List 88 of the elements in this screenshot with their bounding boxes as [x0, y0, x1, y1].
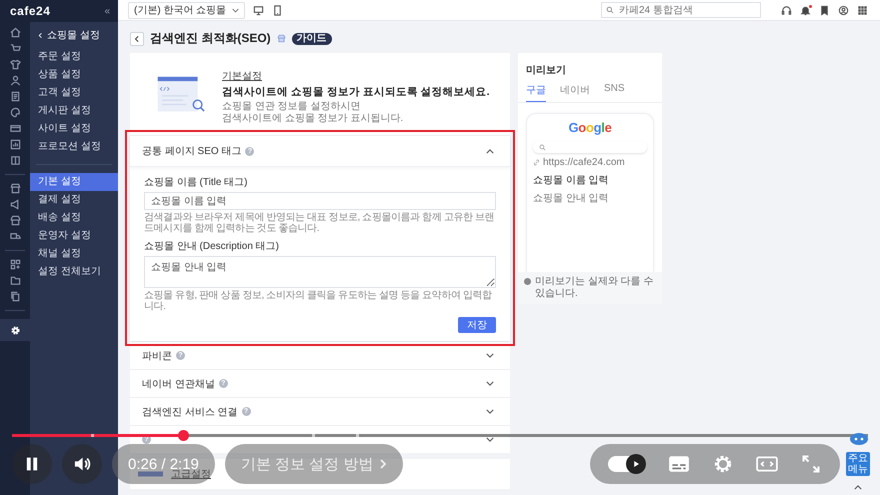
chevron-down-icon[interactable] — [486, 381, 494, 386]
field-hint: 검색결과와 브라우저 제목에 반영되는 대표 정보로, 쇼핑몰이름과 함께 고유한 브랜드메시지를 함께 입력하는 것도 좋습니다. — [144, 212, 496, 234]
advanced-settings-label: 고급설정 — [171, 469, 211, 481]
section-title: 네이버 연관채널 — [142, 378, 215, 390]
sidebar-menu-item[interactable]: 프로모션 설정 — [30, 138, 118, 156]
intro-label: 기본설정 — [222, 70, 263, 83]
play-pause-button[interactable] — [12, 444, 52, 484]
store-icon[interactable] — [10, 183, 20, 194]
apps-grid-icon[interactable] — [857, 4, 868, 16]
headset-icon[interactable] — [781, 4, 792, 16]
sidebar-menu-item[interactable]: 상품 설정 — [30, 66, 118, 84]
monitor-icon[interactable] — [253, 4, 264, 16]
field-label: 쇼핑몰 이름 (Title 태그) — [144, 176, 249, 189]
person-icon[interactable] — [10, 75, 20, 86]
google-logo: Google — [567, 120, 613, 135]
textarea-field[interactable]: 쇼핑몰 안내 입력 — [144, 256, 496, 288]
link-icon — [533, 159, 540, 166]
chevron-down-icon[interactable] — [486, 353, 494, 358]
shop-select-dropdown[interactable]: (기본) 한국어 쇼핑몰 — [128, 2, 246, 18]
chevron-left-icon — [134, 34, 140, 42]
chevron-right-icon — [379, 458, 388, 470]
bell-icon[interactable] — [800, 4, 811, 16]
main-menu-button[interactable]: 주요 메뉴 — [846, 452, 870, 476]
sidebar-menu-item[interactable]: 기본 설정 — [30, 173, 118, 191]
chevron-down-icon[interactable] — [486, 409, 494, 414]
truck-icon[interactable] — [10, 231, 20, 242]
intro-description: 검색사이트에 쇼핑몰 정보가 표시됩니다. — [222, 113, 404, 125]
home-icon[interactable] — [10, 27, 20, 38]
field-label: 쇼핑몰 안내 (Description 태그) — [144, 240, 280, 253]
preview-title: 미리보기 — [525, 64, 567, 78]
section-title: 파비콘 — [142, 350, 172, 362]
scroll-to-top-icon[interactable] — [854, 485, 862, 490]
section-title: 검색엔진 서비스 연결 — [142, 406, 238, 418]
sidebar-menu-item[interactable]: 사이트 설정 — [30, 120, 118, 138]
preview-tab[interactable]: 네이버 — [560, 81, 590, 102]
sidebar-menu-item[interactable]: 결제 설정 — [30, 191, 118, 209]
collapse-sidebar-button[interactable]: « — [104, 6, 110, 16]
guide-badge[interactable]: 가이드 — [292, 32, 332, 44]
copy-icon[interactable] — [10, 291, 20, 302]
sidebar-menu-item[interactable]: 주문 설정 — [30, 48, 118, 66]
chevron-down-icon[interactable] — [486, 437, 494, 442]
search-field[interactable]: 카페24 통합검색 — [601, 2, 761, 18]
cafe24-logo[interactable]: cafe24 — [10, 4, 50, 18]
speaker-icon — [73, 455, 91, 473]
chevron-left-icon[interactable] — [38, 32, 43, 38]
chevron-up-icon[interactable] — [486, 148, 494, 154]
gear-icon — [10, 324, 20, 336]
intro-description: 쇼핑몰 연관 정보를 설정하시면 — [222, 101, 362, 113]
section-title: 공통 페이지 SEO 태그 — [142, 145, 242, 158]
text-input-field[interactable]: 쇼핑몰 이름 입력 — [144, 192, 496, 210]
result-url: https://cafe24.com — [543, 157, 625, 168]
user-icon[interactable] — [838, 4, 849, 16]
autoplay-toggle[interactable] — [608, 456, 646, 472]
card-icon[interactable] — [10, 123, 20, 134]
volume-button[interactable] — [62, 444, 102, 484]
mobile-phone-icon[interactable] — [272, 4, 284, 16]
page-title: 검색엔진 최적화(SEO) — [150, 30, 271, 47]
shirt-icon[interactable] — [10, 59, 20, 70]
search-icon — [539, 144, 546, 150]
back-button[interactable] — [130, 32, 144, 46]
intro-heading: 검색사이트에 쇼핑몰 정보가 표시되도록 설정해보세요. — [222, 85, 490, 99]
chevron-down-icon — [232, 8, 240, 12]
preview-tab[interactable]: SNS — [604, 81, 625, 102]
store-icon[interactable] — [276, 34, 286, 43]
chat-bubble-icon[interactable] — [848, 432, 870, 446]
save-button[interactable]: 저장 — [458, 317, 496, 333]
result-title: 쇼핑몰 이름 입력 — [533, 174, 610, 187]
cart-icon[interactable] — [10, 43, 20, 54]
apps-icon[interactable] — [10, 259, 20, 270]
search-icon — [606, 6, 614, 14]
sidebar-menu-item[interactable]: 채널 설정 — [30, 245, 118, 263]
preview-tab[interactable]: 구글 — [526, 81, 546, 102]
sidebar-menu-item[interactable]: 게시판 설정 — [30, 102, 118, 120]
preview-note: 미리보기는 실제와 다를 수 있습니다. — [535, 276, 654, 300]
result-description: 쇼핑몰 안내 입력 — [533, 192, 610, 205]
shop-icon[interactable] — [10, 215, 20, 226]
chart-icon[interactable] — [10, 139, 20, 150]
field-hint: 쇼핑몰 유형, 판매 상품 정보, 소비자의 클릭을 유도하는 설명 등을 요약하여 입력합니다. — [144, 290, 493, 312]
subtitles-icon[interactable] — [668, 454, 690, 474]
document-icon[interactable] — [10, 91, 20, 102]
sidebar-menu-item[interactable]: 배송 설정 — [30, 209, 118, 227]
folder-icon[interactable] — [10, 275, 20, 286]
settings-button[interactable] — [0, 319, 30, 341]
sidebar-menu-item[interactable]: 운영자 설정 — [30, 227, 118, 245]
bookmark-icon[interactable] — [819, 4, 830, 16]
sidebar-menu-item[interactable]: 고객 설정 — [30, 84, 118, 102]
back-to-shop-settings-link[interactable]: 쇼핑몰 설정 — [47, 28, 100, 42]
sidebar-menu-item[interactable]: 설정 전체보기 — [30, 263, 118, 281]
